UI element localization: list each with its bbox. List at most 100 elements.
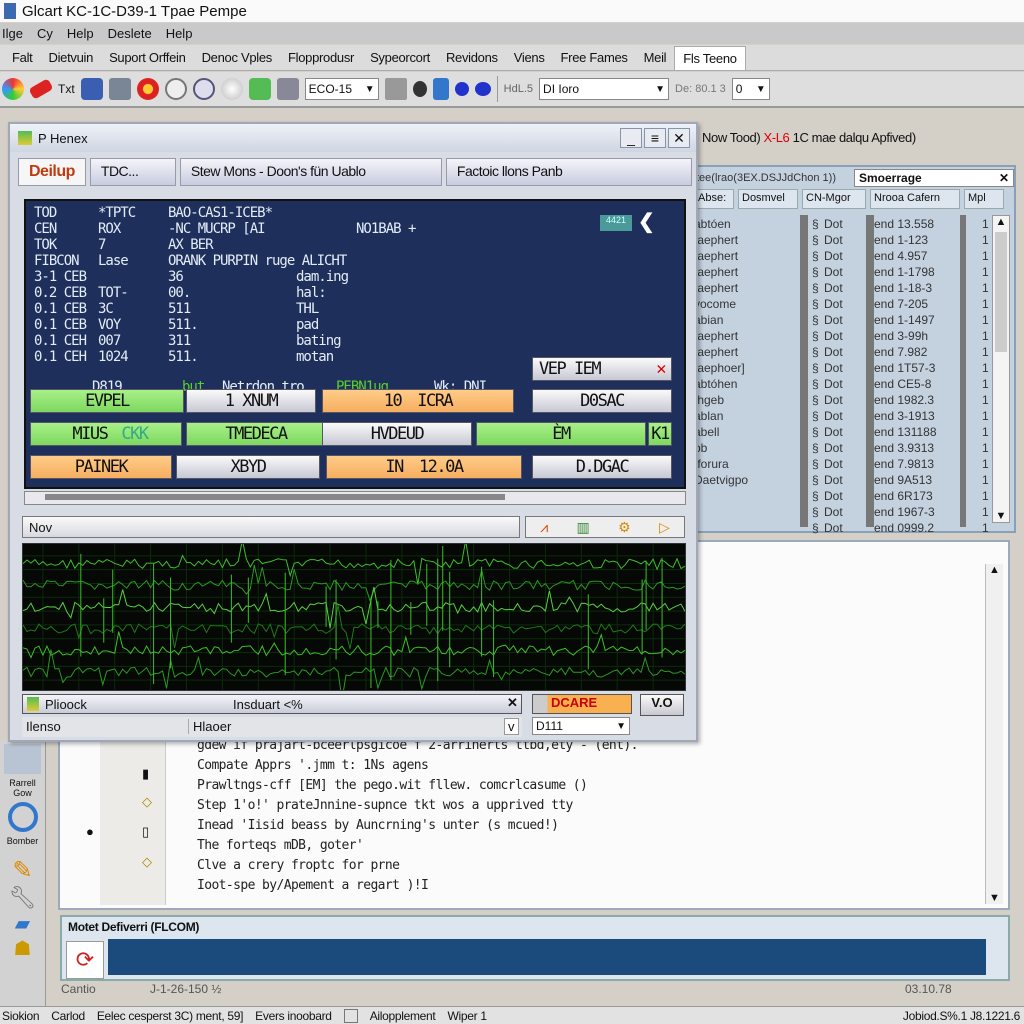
- scroll-up-icon[interactable]: ▲: [993, 216, 1009, 228]
- stop-icon[interactable]: [136, 78, 159, 100]
- table-row[interactable]: taephert § Dot end 1-123 1: [692, 233, 992, 249]
- table-row[interactable]: Ihgeb § Dot end 1982.3 1: [692, 393, 992, 409]
- table-row[interactable]: abtóen § Dot end 13.558 1: [692, 217, 992, 233]
- column-header[interactable]: Mpl: [964, 189, 1004, 209]
- menu-item[interactable]: Deslete: [108, 26, 152, 41]
- menu-item[interactable]: Help: [166, 26, 193, 41]
- remote-icon[interactable]: [4, 744, 41, 774]
- table-row[interactable]: § Dot end 1967-3 1: [692, 505, 992, 521]
- table-row[interactable]: abtóhen § Dot end CE5-8 1: [692, 377, 992, 393]
- minimize-button[interactable]: _: [620, 128, 642, 148]
- output-console[interactable]: [108, 939, 986, 975]
- table-row[interactable]: taephert § Dot end 1-1798 1: [692, 265, 992, 281]
- menu-tab[interactable]: Viens: [506, 46, 553, 69]
- combo-count[interactable]: 0 ▼: [731, 78, 770, 100]
- terminal-button[interactable]: EVPEL: [30, 389, 184, 413]
- tab-tdc[interactable]: TDC...: [89, 158, 176, 186]
- table-row[interactable]: taephert § Dot end 1-18-3 1: [692, 281, 992, 297]
- check-shield-icon[interactable]: [192, 78, 215, 100]
- editor-scrollbar[interactable]: ▲ ▼: [985, 564, 1003, 904]
- menu-tab[interactable]: Meil: [636, 46, 675, 69]
- users-icon[interactable]: ☗: [0, 936, 45, 961]
- play-icon[interactable]: ▷: [659, 519, 670, 536]
- select-dropdown[interactable]: D111 ▼: [532, 717, 630, 735]
- trash-icon[interactable]: [343, 1008, 358, 1023]
- drop-icon[interactable]: [432, 78, 449, 100]
- column-header[interactable]: Abse:: [694, 189, 734, 209]
- terminal-button[interactable]: MIUS CKK: [30, 422, 182, 446]
- eraser-icon[interactable]: ▰: [0, 911, 45, 936]
- hex-icon[interactable]: [474, 82, 491, 96]
- table-row[interactable]: taephoer] § Dot end 1T57-3 1: [692, 361, 992, 377]
- print-icon[interactable]: [384, 78, 407, 100]
- combo-eco[interactable]: ECO-15 ▼: [304, 78, 379, 100]
- column-header[interactable]: CN-Mgor: [802, 189, 866, 209]
- menu-tab-selected[interactable]: Fls Teeno: [674, 45, 746, 70]
- menu-tab[interactable]: Flopprodusr: [280, 46, 362, 69]
- table-row[interactable]: § Dot end 0999.2 1: [692, 521, 992, 537]
- close-icon[interactable]: ✕: [656, 359, 666, 379]
- menu-tab[interactable]: Free Fames: [553, 46, 636, 69]
- column-header[interactable]: Nrooa Cafern: [870, 189, 960, 209]
- scroll-down-icon[interactable]: ▼: [993, 510, 1009, 522]
- grid-icon[interactable]: ▥: [576, 519, 589, 536]
- terminal-button[interactable]: HVDEUD: [322, 422, 472, 446]
- terminal-button[interactable]: 1 XNUM: [186, 389, 316, 413]
- back-arrow-icon[interactable]: ❮: [638, 209, 655, 234]
- scrollbar[interactable]: ▲ ▼: [992, 215, 1010, 523]
- version-button[interactable]: V.O: [640, 694, 684, 716]
- table-row[interactable]: vocome § Dot end 7-205 1: [692, 297, 992, 313]
- color-wheel-icon[interactable]: [2, 78, 24, 100]
- menu-tab[interactable]: Revidons: [438, 46, 506, 69]
- bottom-field[interactable]: Hlaoer: [188, 719, 231, 734]
- table-row[interactable]: abian § Dot end 1-1497 1: [692, 313, 992, 329]
- menu-item[interactable]: Help: [67, 26, 94, 41]
- bottom-field[interactable]: Ilenso: [26, 719, 61, 734]
- database-icon[interactable]: [80, 78, 103, 100]
- scroll-thumb[interactable]: [995, 232, 1007, 352]
- vep-item-button[interactable]: VEP IEM ✕: [532, 357, 672, 381]
- close-icon[interactable]: ✕: [999, 171, 1009, 185]
- terminal-button[interactable]: ÈM: [476, 422, 646, 446]
- terminal-button[interactable]: K1: [648, 422, 672, 446]
- settings-icon[interactable]: ⚙: [618, 519, 631, 536]
- menu-tab[interactable]: Falt: [4, 46, 40, 69]
- globe-icon[interactable]: [220, 78, 243, 100]
- shield-icon[interactable]: [164, 78, 187, 100]
- view-button[interactable]: v: [504, 718, 519, 735]
- menu-tab[interactable]: Suport Orffein: [101, 46, 194, 69]
- terminal-button[interactable]: 10 ICRA: [322, 389, 514, 413]
- text-button[interactable]: Txt: [58, 82, 75, 96]
- pencil-icon[interactable]: ✎: [0, 856, 45, 885]
- tab-stew-mons[interactable]: Stew Mons - Doon's fün Uablo: [179, 158, 442, 186]
- terminal-button[interactable]: IN 12.0A: [326, 455, 522, 479]
- table-row[interactable]: ablan § Dot end 3-1913 1: [692, 409, 992, 425]
- search-input[interactable]: Smoerrage ✕: [854, 169, 1014, 187]
- combo-profile[interactable]: DI Ioro ▼: [539, 78, 670, 100]
- menu-button[interactable]: ≡: [644, 128, 666, 148]
- menu-item[interactable]: Cy: [37, 26, 53, 41]
- table-row[interactable]: taephert § Dot end 4.957 1: [692, 249, 992, 265]
- terminal-button[interactable]: D.DGAC: [532, 455, 672, 479]
- scroll-up-icon[interactable]: ▲: [986, 564, 1003, 576]
- scroll-down-icon[interactable]: ▼: [986, 892, 1003, 904]
- tools-icon[interactable]: [108, 78, 131, 100]
- gear-icon[interactable]: [454, 82, 469, 96]
- table-row[interactable]: bb § Dot end 3.9313 1: [692, 441, 992, 457]
- printer-icon[interactable]: [248, 78, 271, 100]
- table-row[interactable]: § Dot end 6R173 1: [692, 489, 992, 505]
- window-title-bar[interactable]: P Henex _ ≡ ✕: [10, 124, 696, 152]
- tab-factoic[interactable]: Factoic llons Panb: [445, 158, 692, 186]
- refresh-icon[interactable]: ⟳: [66, 941, 104, 979]
- sync-icon[interactable]: [7, 802, 38, 832]
- table-row[interactable]: taephert § Dot end 7.982 1: [692, 345, 992, 361]
- menu-tab[interactable]: Dietvuin: [40, 46, 101, 69]
- terminal-button[interactable]: D0SAC: [532, 389, 672, 413]
- bug-icon[interactable]: [412, 81, 427, 97]
- scroll-thumb[interactable]: [45, 494, 505, 500]
- terminal-button[interactable]: XBYD: [176, 455, 320, 479]
- column-header[interactable]: Dosmvel: [738, 189, 798, 209]
- tab-deilup[interactable]: Deilup: [18, 158, 86, 186]
- terminal-button[interactable]: PAINEK: [30, 455, 172, 479]
- eraser-icon[interactable]: [28, 78, 54, 100]
